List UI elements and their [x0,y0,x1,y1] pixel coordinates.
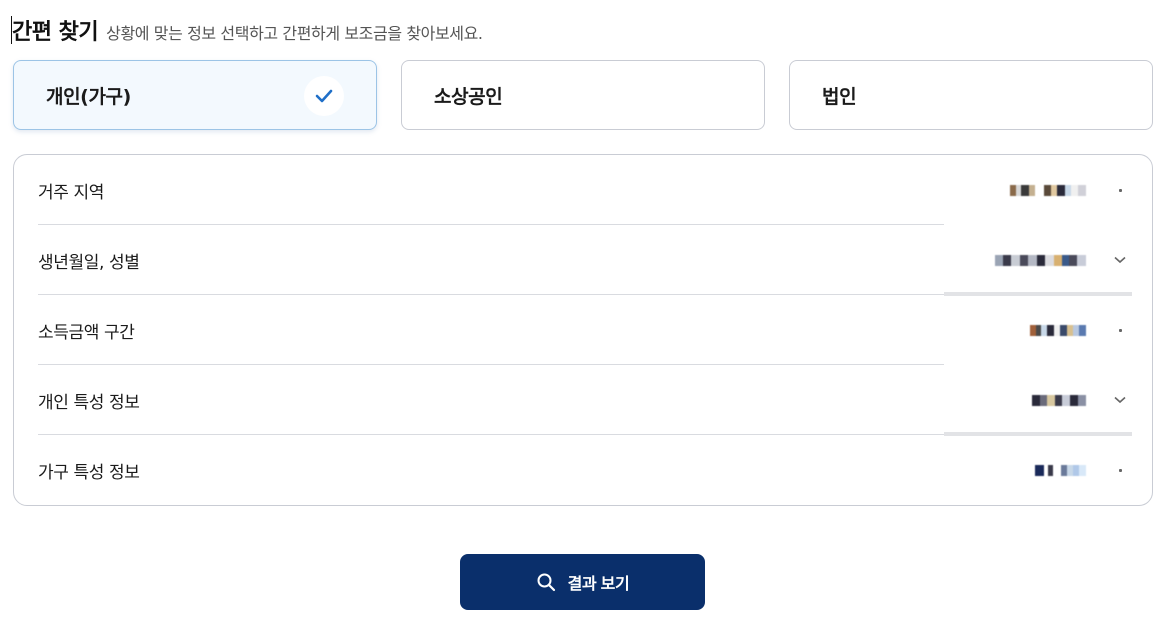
dot-icon [1114,464,1126,476]
filter-label: 소득금액 구간 [38,322,135,343]
filter-value-redacted [995,251,1086,269]
filter-value-redacted [1035,461,1086,479]
type-card-corporation[interactable]: 법인 [789,60,1153,130]
page-subtitle: 상황에 맞는 정보 선택하고 간편하게 보조금을 찾아보세요. [106,24,483,43]
filter-row-region[interactable]: 거주 지역 [38,155,1144,225]
type-card-small-business[interactable]: 소상공인 [401,60,765,130]
filter-value-redacted [1030,321,1086,339]
page-header: 간편 찾기 상황에 맞는 정보 선택하고 간편하게 보조금을 찾아보세요. [11,14,483,45]
page-title: 간편 찾기 [12,20,99,45]
filter-value-redacted [1010,181,1086,199]
filter-row-personal-traits[interactable]: 개인 특성 정보 [38,365,1144,436]
dot-icon [1114,324,1126,336]
filter-label: 거주 지역 [38,182,104,203]
filter-label: 개인 특성 정보 [38,392,140,413]
chevron-down-icon [1114,394,1126,406]
result-button-label: 결과 보기 [567,576,630,593]
filter-label: 생년월일, 성별 [38,252,140,273]
filter-row-income[interactable]: 소득금액 구간 [38,295,1144,365]
type-card-label: 개인(가구) [46,85,131,108]
type-card-label: 소상공인 [434,85,503,108]
type-card-label: 법인 [822,85,857,108]
filter-row-birth-gender[interactable]: 생년월일, 성별 [38,225,1144,296]
filter-panel: 거주 지역 생년월일, 성별 소득금액 구간 개인 특성 정보 가구 특성 정보 [13,154,1153,506]
search-icon [536,572,556,592]
chevron-down-icon [1114,254,1126,266]
filter-row-household-traits[interactable]: 가구 특성 정보 [38,435,1144,505]
filter-label: 가구 특성 정보 [38,462,140,483]
text-cursor [11,16,12,44]
dot-icon [1114,184,1126,196]
result-button[interactable]: 결과 보기 [460,554,705,610]
type-card-individual[interactable]: 개인(가구) [13,60,377,130]
check-icon [304,76,344,116]
filter-value-redacted [1032,391,1086,409]
